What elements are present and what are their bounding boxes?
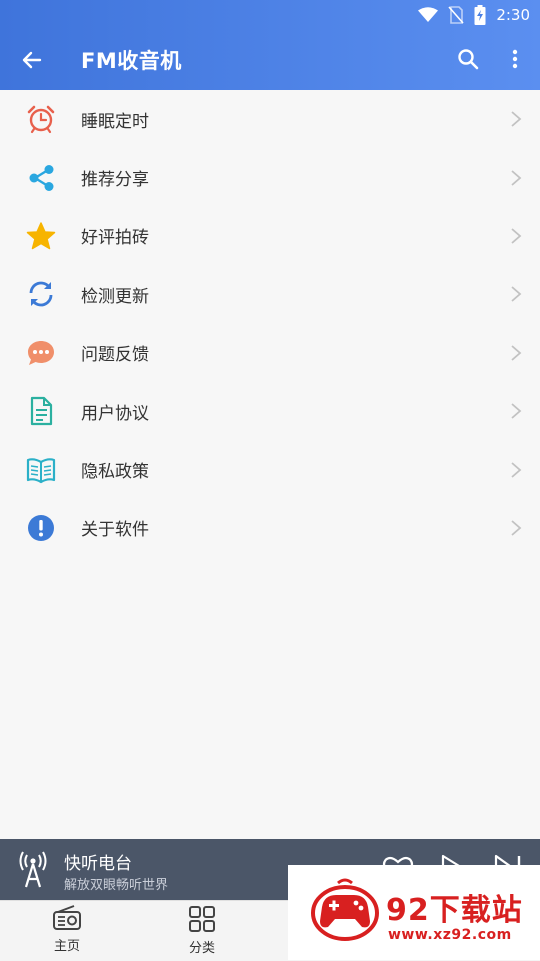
menu-item-label: 睡眠定时 <box>81 111 149 132</box>
no-sim-icon <box>448 6 464 24</box>
alarm-clock-icon <box>26 104 56 134</box>
menu-item-rate[interactable]: 好评拍砖 <box>0 207 540 265</box>
chevron-right-icon <box>511 403 522 419</box>
settings-menu: 睡眠定时 推荐分享 好评拍砖 检测更新 问题反馈 用户协议 隐私政策 关于软件 <box>0 90 540 557</box>
station-slogan: 解放双眼畅听世界 <box>64 878 169 893</box>
menu-item-label: 用户协议 <box>81 403 149 424</box>
chevron-right-icon <box>511 461 522 478</box>
document-icon <box>26 396 56 426</box>
nav-label-category: 分类 <box>188 941 215 956</box>
chevron-right-icon <box>511 520 522 536</box>
nav-item-home[interactable]: 主页 <box>27 905 107 959</box>
open-book-icon <box>26 455 56 485</box>
menu-item-label: 检测更新 <box>81 286 149 307</box>
menu-item-privacy-policy[interactable]: 隐私政策 <box>0 440 540 498</box>
page-title: FM收音机 <box>81 49 182 73</box>
wifi-icon <box>418 7 439 22</box>
menu-item-share[interactable]: 推荐分享 <box>0 148 540 206</box>
menu-item-label: 隐私政策 <box>81 462 149 483</box>
chevron-right-icon <box>511 169 522 186</box>
menu-item-about[interactable]: 关于软件 <box>0 499 540 557</box>
more-vert-icon[interactable] <box>508 47 522 71</box>
chevron-right-icon <box>511 228 522 244</box>
watermark: 92下载站 www.xz92.com <box>288 865 540 960</box>
share-icon <box>26 163 56 193</box>
nav-item-category[interactable]: 分类 <box>162 905 242 959</box>
menu-item-label: 问题反馈 <box>81 345 149 366</box>
chevron-right-icon <box>511 111 522 127</box>
battery-charging-icon <box>474 5 486 25</box>
chevron-right-icon <box>511 345 522 361</box>
back-arrow-icon[interactable] <box>20 48 44 72</box>
station-name: 快听电台 <box>64 854 132 874</box>
star-icon <box>26 221 56 251</box>
nav-label-home: 主页 <box>53 939 80 954</box>
search-icon[interactable] <box>456 47 480 71</box>
chevron-right-icon <box>511 286 522 303</box>
menu-item-label: 关于软件 <box>81 520 149 541</box>
status-time: 2:30 <box>496 6 530 24</box>
top-app-bar: 2:30 FM收音机 <box>0 0 540 90</box>
menu-item-check-update[interactable]: 检测更新 <box>0 265 540 323</box>
menu-item-label: 好评拍砖 <box>81 228 149 249</box>
info-icon <box>26 513 56 543</box>
menu-item-feedback[interactable]: 问题反馈 <box>0 324 540 382</box>
menu-item-sleep-timer[interactable]: 睡眠定时 <box>0 90 540 148</box>
menu-item-user-agreement[interactable]: 用户协议 <box>0 382 540 440</box>
refresh-icon <box>26 279 56 309</box>
radio-icon <box>53 905 81 930</box>
watermark-url: www.xz92.com <box>388 927 512 943</box>
grid-icon <box>189 906 215 932</box>
radio-antenna-icon <box>19 851 47 888</box>
toolbar: FM收音机 <box>0 30 540 90</box>
status-bar: 2:30 <box>418 4 530 26</box>
chat-bubble-icon <box>26 338 56 368</box>
watermark-title: 92下载站 <box>386 893 523 928</box>
menu-item-label: 推荐分享 <box>81 170 149 191</box>
gamepad-logo-icon <box>311 878 379 941</box>
